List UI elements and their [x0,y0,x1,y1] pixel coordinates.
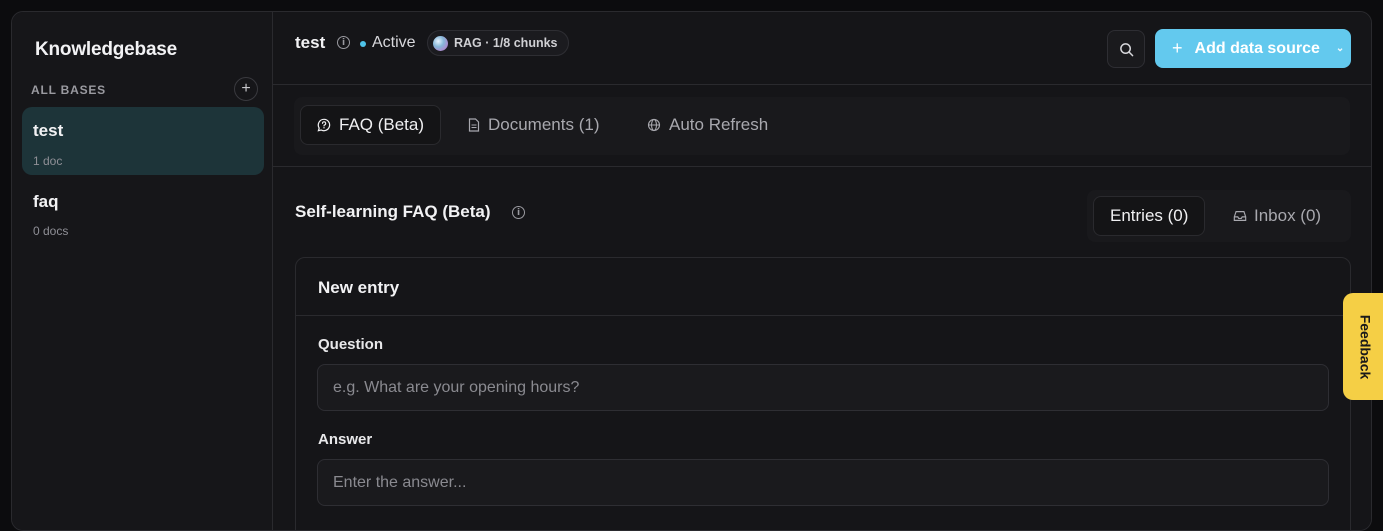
answer-label: Answer [318,431,373,448]
add-data-source-button[interactable]: + Add data source ⌄ [1155,29,1351,68]
sidebar-item-faq[interactable]: faq 0 docs [22,178,264,246]
base-doc-count: 1 doc [33,154,63,168]
faq-view-toggle: Entries (0) Inbox (0) [1087,190,1351,242]
plus-icon: + [241,80,251,97]
add-data-source-label: Add data source [1194,39,1320,57]
tab-label: FAQ (Beta) [339,115,425,134]
tab-bar: FAQ (Beta) Documents (1) Auto Refresh [294,97,1350,155]
entries-tab[interactable]: Entries (0) [1093,196,1206,236]
page-title: test [295,33,326,52]
tab-area: FAQ (Beta) Documents (1) Auto Refresh [273,85,1371,167]
base-name: test [33,121,64,140]
new-entry-card: New entry Question Answer [295,257,1351,530]
tab-label: Documents (1) [488,115,600,134]
answer-input[interactable] [317,459,1329,506]
main-panel: test i Active RAG · 1/8 chunks + Add dat… [273,12,1371,530]
rag-badge[interactable]: RAG · 1/8 chunks [427,30,569,56]
feedback-tab[interactable]: Feedback [1343,293,1383,400]
status-text: Active [372,34,416,51]
section-label-all-bases: ALL BASES [31,83,106,97]
tab-faq[interactable]: FAQ (Beta) [300,105,442,145]
question-label: Question [318,336,384,353]
sidebar-item-test[interactable]: test 1 doc [22,107,264,175]
info-icon[interactable]: i [512,206,525,219]
inbox-icon [1233,211,1247,221]
document-icon [468,118,480,132]
base-doc-count: 0 docs [33,224,69,238]
sidebar-title: Knowledgebase [35,39,178,60]
header: test i Active RAG · 1/8 chunks + Add dat… [273,12,1371,85]
search-button[interactable] [1107,30,1145,68]
app-window: Knowledgebase ALL BASES + test 1 doc faq… [11,11,1372,531]
rag-orb-icon [433,35,448,51]
tab-auto-refresh[interactable]: Auto Refresh [631,105,784,145]
message-question-icon [317,118,331,132]
add-base-button[interactable]: + [234,77,258,101]
feedback-label: Feedback [1357,314,1373,379]
plus-icon: + [1172,38,1183,58]
card-divider [296,315,1350,316]
base-name: faq [33,192,59,211]
tab-documents[interactable]: Documents (1) [452,105,615,145]
entries-label: Entries (0) [1110,206,1189,225]
globe-icon [647,118,661,132]
info-icon[interactable]: i [337,36,350,49]
tab-label: Auto Refresh [669,115,769,134]
search-icon [1119,42,1133,56]
inbox-tab[interactable]: Inbox (0) [1217,196,1337,236]
chevron-down-icon: ⌄ [1335,43,1345,54]
status-dot-icon [360,41,366,47]
question-input[interactable] [317,364,1329,411]
faq-heading: Self-learning FAQ (Beta) [295,202,491,221]
new-entry-title: New entry [318,278,400,297]
rag-badge-label: RAG · 1/8 chunks [454,36,558,50]
sidebar: Knowledgebase ALL BASES + test 1 doc faq… [12,12,273,530]
inbox-label: Inbox (0) [1254,206,1322,225]
